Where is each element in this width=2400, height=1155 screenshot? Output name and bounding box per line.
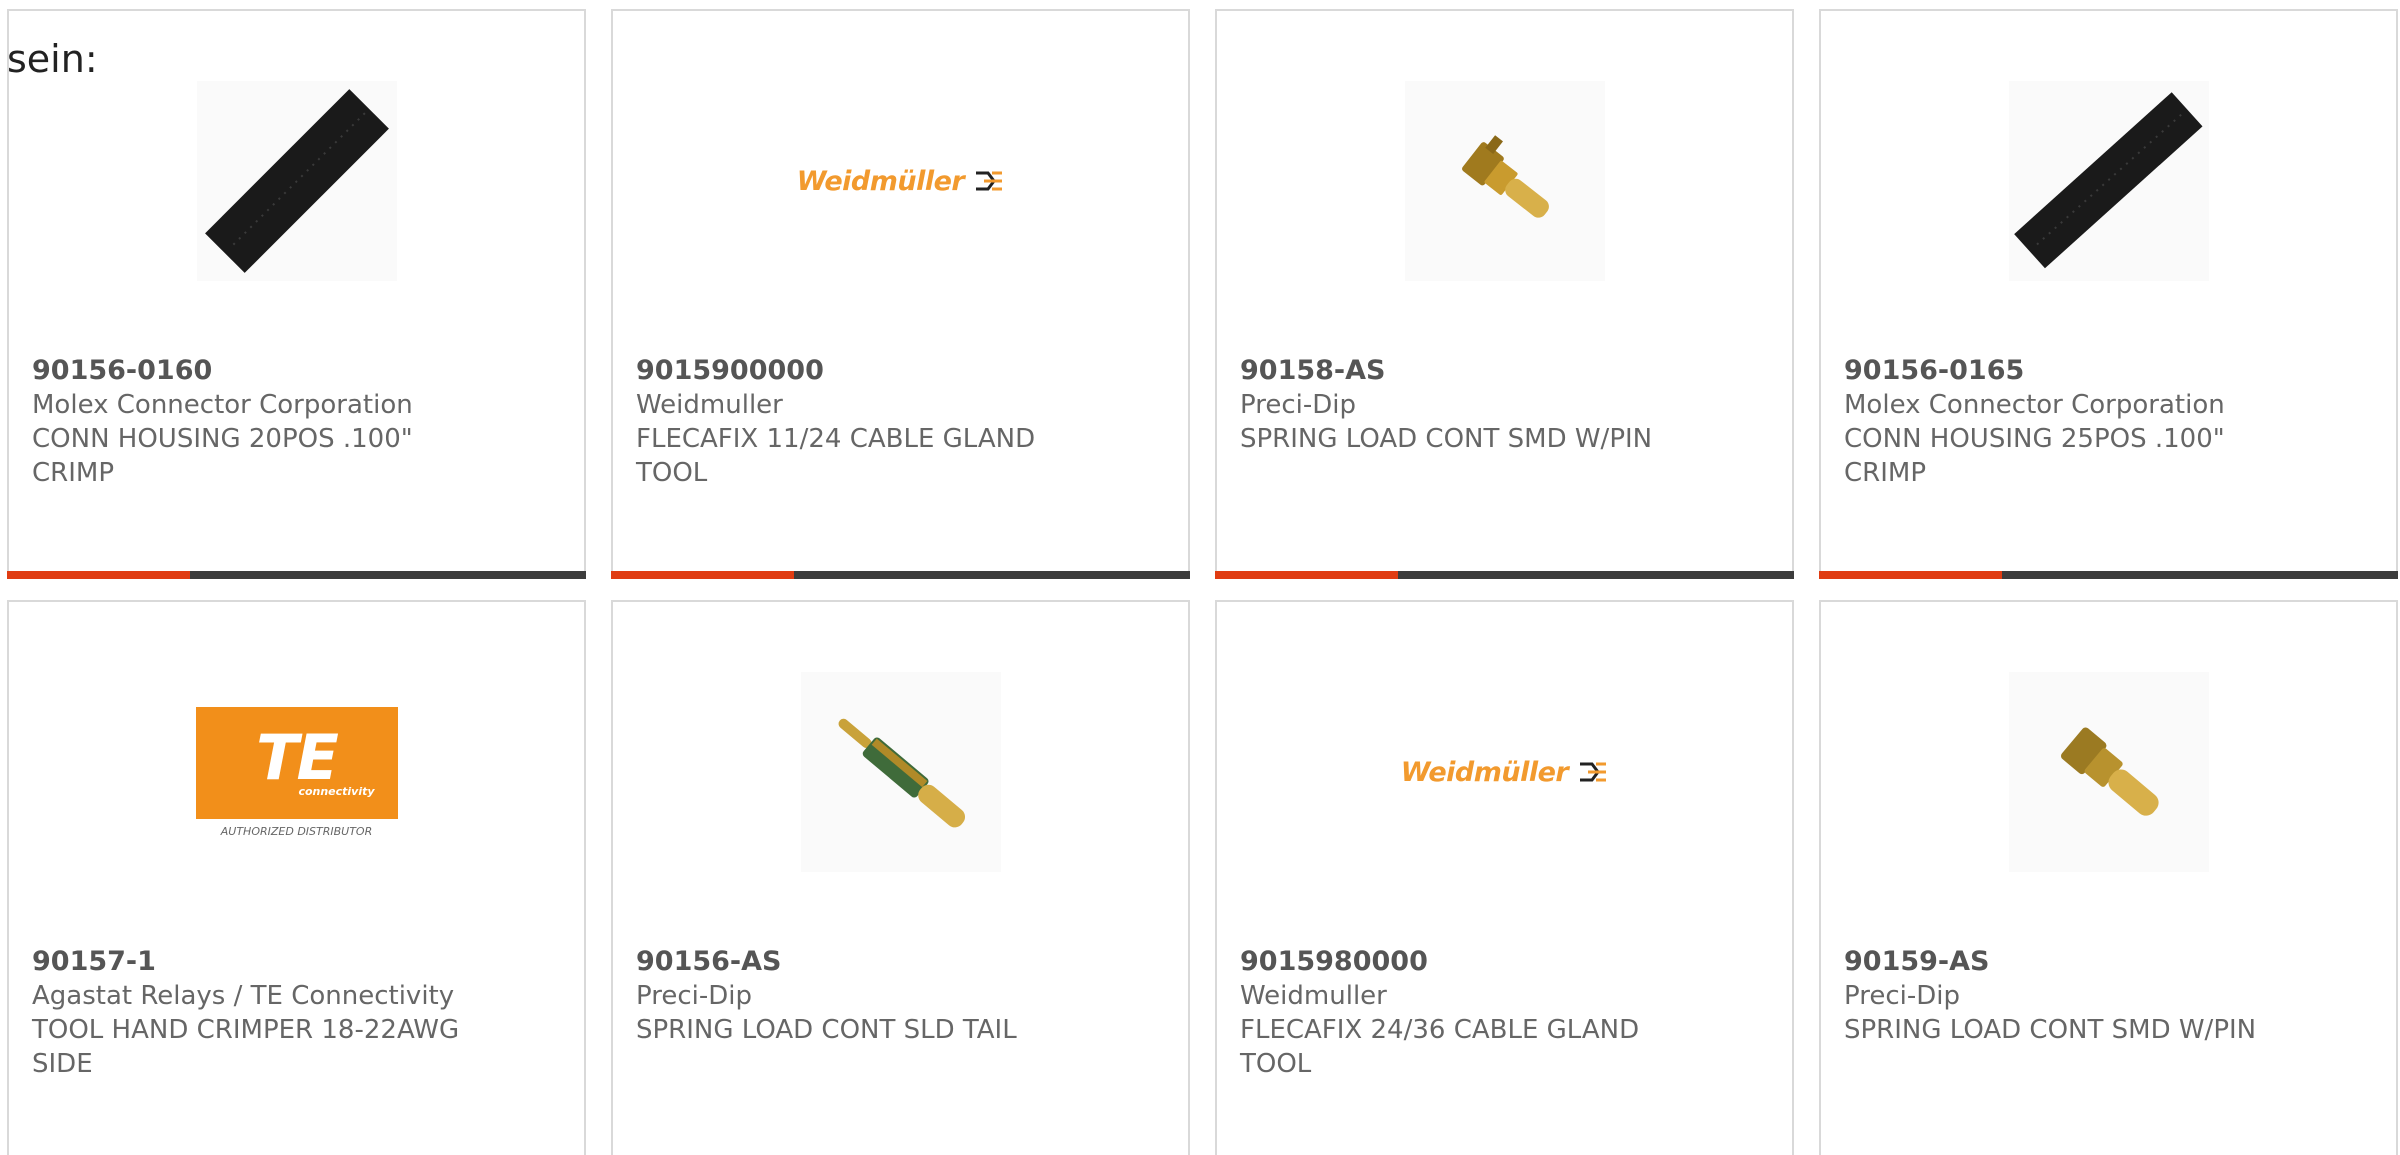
- card-bar-accent: [1819, 571, 2002, 579]
- manufacturer: Weidmuller: [636, 390, 783, 420]
- product-grid: 90156-0160 Molex Connector Corporation C…: [7, 9, 2400, 579]
- manufacturer: Preci-Dip: [1240, 390, 1356, 420]
- te-logo-text: TE: [256, 721, 339, 794]
- page: sein: 90156-0160 Molex Connector Corpora…: [0, 0, 2400, 1155]
- weidmuller-logo: Weidmüller: [797, 166, 1004, 197]
- product-info: 90157-1 Agastat Relays / TE Connectivity…: [32, 945, 472, 1081]
- manufacturer: Molex Connector Corporation: [32, 390, 413, 420]
- product-image: [1821, 71, 2396, 291]
- weidmuller-logo-text: Weidmüller: [796, 165, 965, 197]
- manufacturer: Molex Connector Corporation: [1844, 390, 2225, 420]
- card-bar-accent: [7, 571, 190, 579]
- manufacturer: Preci-Dip: [636, 981, 752, 1011]
- description: FLECAFIX 24/36 CABLE GLAND TOOL: [1240, 1015, 1640, 1079]
- product-image: Weidmüller: [1217, 662, 1792, 882]
- manufacturer: Preci-Dip: [1844, 981, 1960, 1011]
- spring-contact-icon: [1404, 81, 1605, 281]
- product-info: 90156-0165 Molex Connector Corporation C…: [1844, 354, 2284, 490]
- weidmuller-mark-icon: [1580, 762, 1607, 782]
- description: TOOL HAND CRIMPER 18-22AWG SIDE: [32, 1015, 460, 1079]
- product-card[interactable]: 90156-0160 Molex Connector Corporation C…: [7, 9, 586, 579]
- manufacturer: Weidmuller: [1240, 981, 1387, 1011]
- product-info: 90158-AS Preci-Dip SPRING LOAD CONT SMD …: [1240, 354, 1680, 456]
- weidmuller-mark-icon: [976, 171, 1003, 191]
- part-number[interactable]: 90156-AS: [636, 945, 1076, 979]
- te-logo-caption: AUTHORIZED DISTRIBUTOR: [220, 824, 373, 838]
- card-progress-bar: [1819, 571, 2398, 579]
- spring-contact-icon: [2008, 672, 2209, 872]
- card-bar-accent: [1215, 571, 1398, 579]
- product-info: 90156-0160 Molex Connector Corporation C…: [32, 354, 472, 490]
- te-logo-box: TE connectivity: [195, 706, 398, 819]
- te-logo-subtext: connectivity: [298, 785, 375, 798]
- part-number[interactable]: 90156-0160: [32, 354, 472, 388]
- weidmuller-logo-text: Weidmüller: [1400, 756, 1569, 788]
- card-progress-bar: [1215, 571, 1794, 579]
- spring-pin-icon: [800, 672, 1001, 872]
- part-number[interactable]: 90157-1: [32, 945, 472, 979]
- product-image: [613, 662, 1188, 882]
- description: SPRING LOAD CONT SMD W/PIN: [1240, 424, 1653, 454]
- product-image: TE connectivity AUTHORIZED DISTRIBUTOR: [9, 662, 584, 882]
- card-progress-bar: [7, 571, 586, 579]
- part-number[interactable]: 90159-AS: [1844, 945, 2284, 979]
- intro-text: sein:: [7, 37, 98, 81]
- connector-housing-icon: [196, 81, 397, 281]
- part-number[interactable]: 9015980000: [1240, 945, 1680, 979]
- connector-housing-icon: [2008, 81, 2209, 281]
- product-card[interactable]: 90156-0165 Molex Connector Corporation C…: [1819, 9, 2398, 579]
- part-number[interactable]: 90158-AS: [1240, 354, 1680, 388]
- product-card[interactable]: TE connectivity AUTHORIZED DISTRIBUTOR 9…: [7, 600, 586, 1155]
- product-info: 90156-AS Preci-Dip SPRING LOAD CONT SLD …: [636, 945, 1076, 1047]
- manufacturer: Agastat Relays / TE Connectivity: [32, 981, 455, 1011]
- product-card[interactable]: 90158-AS Preci-Dip SPRING LOAD CONT SMD …: [1215, 9, 1794, 579]
- product-card[interactable]: 90156-AS Preci-Dip SPRING LOAD CONT SLD …: [611, 600, 1190, 1155]
- description: FLECAFIX 11/24 CABLE GLAND TOOL: [636, 424, 1036, 488]
- product-card[interactable]: 90159-AS Preci-Dip SPRING LOAD CONT SMD …: [1819, 600, 2398, 1155]
- description: SPRING LOAD CONT SLD TAIL: [636, 1015, 1017, 1045]
- product-info: 9015900000 Weidmuller FLECAFIX 11/24 CAB…: [636, 354, 1076, 490]
- description: SPRING LOAD CONT SMD W/PIN: [1844, 1015, 2257, 1045]
- part-number[interactable]: 9015900000: [636, 354, 1076, 388]
- product-image: Weidmüller: [613, 71, 1188, 291]
- card-progress-bar: [611, 571, 1190, 579]
- product-image: [9, 71, 584, 291]
- product-info: 9015980000 Weidmuller FLECAFIX 24/36 CAB…: [1240, 945, 1680, 1081]
- product-card[interactable]: Weidmüller 9015900000 Weidmuller FLECAFI…: [611, 9, 1190, 579]
- product-image: [1217, 71, 1792, 291]
- product-info: 90159-AS Preci-Dip SPRING LOAD CONT SMD …: [1844, 945, 2284, 1047]
- weidmuller-logo: Weidmüller: [1401, 757, 1608, 788]
- product-grid-row-2: TE connectivity AUTHORIZED DISTRIBUTOR 9…: [7, 600, 2400, 1155]
- te-connectivity-logo: TE connectivity AUTHORIZED DISTRIBUTOR: [195, 706, 398, 838]
- product-card[interactable]: Weidmüller 9015980000 Weidmuller FLECAFI…: [1215, 600, 1794, 1155]
- part-number[interactable]: 90156-0165: [1844, 354, 2284, 388]
- product-image: [1821, 662, 2396, 882]
- description: CONN HOUSING 25POS .100" CRIMP: [1844, 424, 2225, 488]
- card-bar-accent: [611, 571, 794, 579]
- description: CONN HOUSING 20POS .100" CRIMP: [32, 424, 413, 488]
